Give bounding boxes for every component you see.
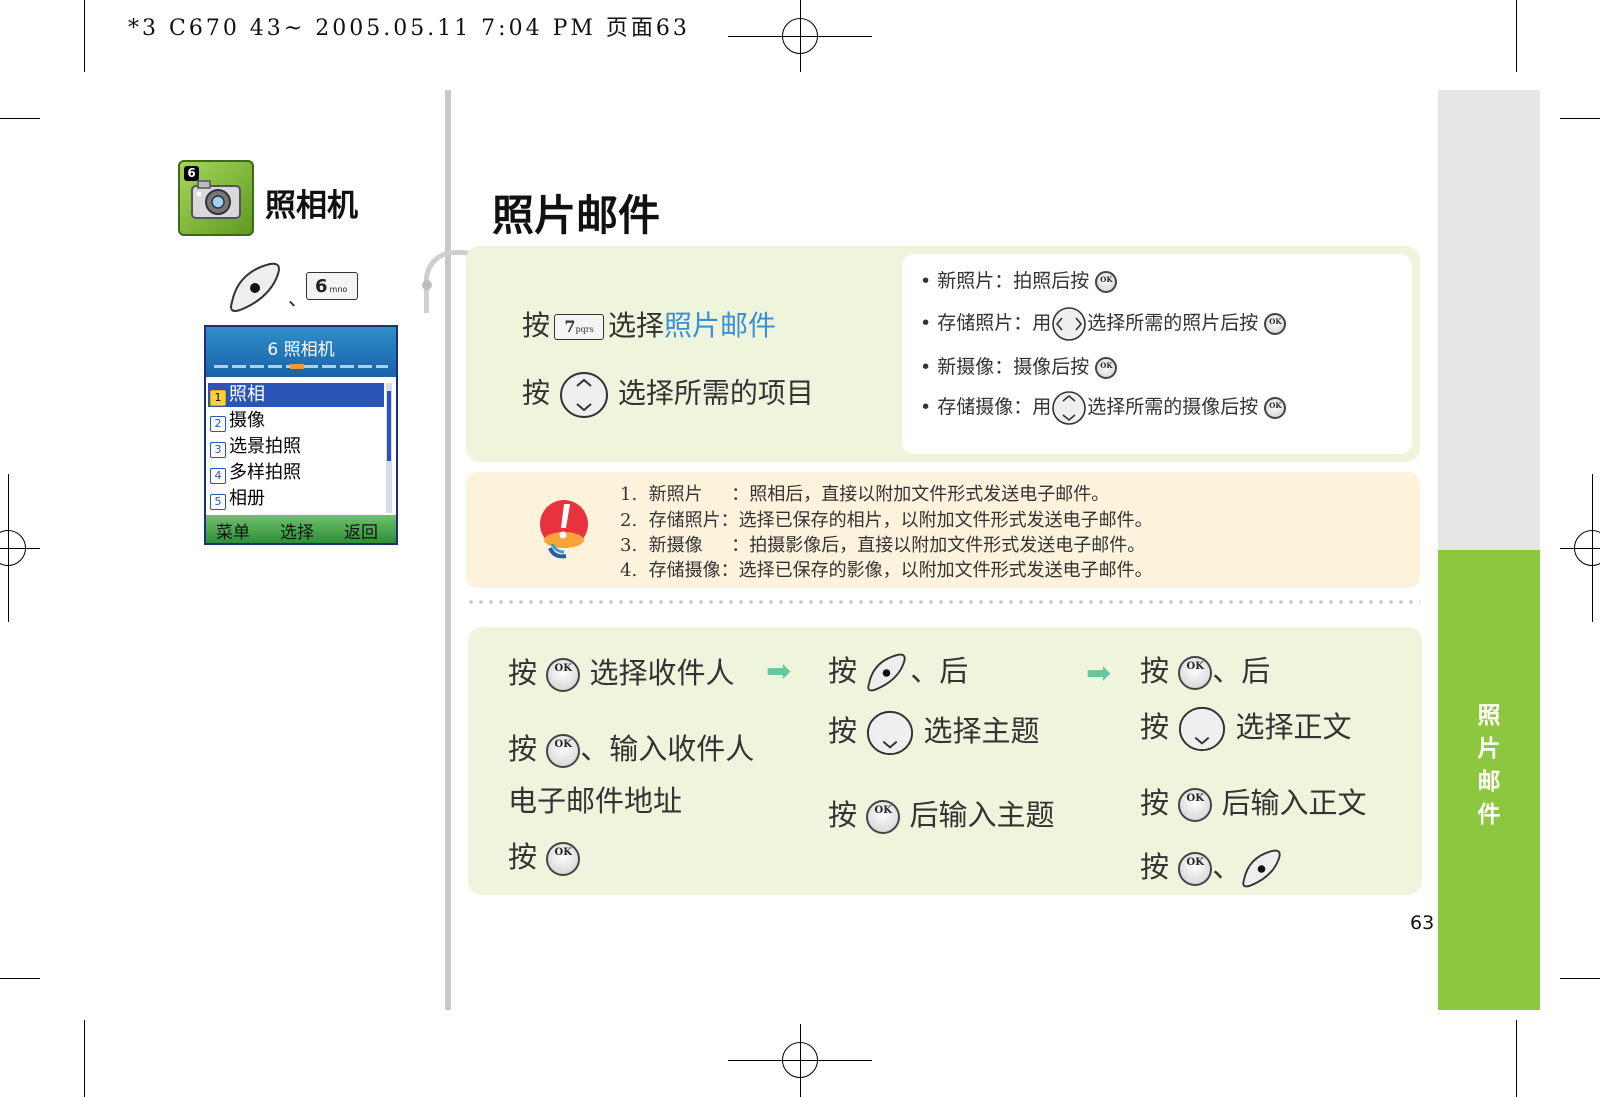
softkey-back[interactable]: 返回	[344, 518, 378, 543]
ok-key-icon: OK	[546, 842, 581, 876]
dotted-separator	[466, 600, 1420, 604]
arrow-right-icon: ➡	[1086, 656, 1112, 691]
ok-key-icon: OK	[1264, 313, 1287, 335]
print-header: *3 C670 43~ 2005.05.11 7:04 PM 页面63	[128, 16, 690, 41]
hook-dot-left	[422, 280, 432, 290]
col1-line4: 按 OK	[508, 834, 581, 876]
phone-menu-item[interactable]: 4 多样拍照	[208, 461, 384, 485]
ok-key-icon: OK	[546, 734, 581, 768]
col2-line2: 按 选择主题	[828, 708, 1039, 757]
phone-scroll-thumb[interactable]	[387, 391, 391, 461]
ok-key-icon: OK	[1264, 397, 1287, 419]
nav-key-icon	[1052, 307, 1087, 341]
step1-line1: 按 7pqrs 选择照片邮件	[522, 309, 777, 342]
note-line: 1. 新照片 ：照相后，直接以附加文件形式发送电子邮件。	[620, 484, 1110, 505]
camera-icon: 6	[178, 160, 254, 236]
option-new-video: • 新摄像：摄像后按 OK	[920, 352, 1118, 379]
nav-key-icon	[1179, 706, 1226, 752]
note-line: 3. 新摄像 ：拍摄影像后，直接以附加文件形式发送电子邮件。	[620, 535, 1146, 556]
note-line: 2. 存储照片：选择已保存的相片，以附加文件形式发送电子邮件。	[620, 510, 1153, 531]
step1-line2: 按 选择所需的项目	[522, 370, 814, 420]
softkey-menu[interactable]: 菜单	[216, 518, 250, 543]
arrow-right-icon: ➡	[766, 654, 792, 689]
key-6-icon: 6 mno	[306, 272, 358, 300]
side-tab-grey	[1438, 90, 1540, 550]
phone-softkey-bar: 菜单 选择 返回	[206, 515, 396, 543]
phone-header: 6 照相机	[206, 327, 396, 377]
col1-line2: 按 OK 、输入收件人	[508, 732, 755, 768]
softkey-icon	[228, 262, 286, 318]
option-saved-photo: • 存储照片：用 选择所需的照片后按 OK	[920, 306, 1287, 342]
nav-key-icon	[1052, 391, 1087, 425]
note-line: 4. 存储摄像：选择已保存的影像，以附加文件形式发送电子邮件。	[620, 560, 1153, 581]
warning-icon	[540, 500, 588, 559]
softkey-icon	[867, 653, 906, 692]
ok-key-icon: OK	[546, 658, 581, 692]
ok-key-icon: OK	[1178, 788, 1213, 822]
ok-key-icon: OK	[866, 800, 901, 834]
phone-menu-item[interactable]: 2 摄像	[208, 409, 384, 433]
page-title: 照片邮件	[492, 191, 661, 240]
nav-key-icon	[559, 372, 608, 418]
softkey-select[interactable]: 选择	[280, 518, 314, 543]
phone-menu-item[interactable]: 3 选景拍照	[208, 435, 384, 459]
menu-highlight: 照片邮件	[664, 309, 777, 342]
col3-line3: 按 OK 后输入正文	[1140, 786, 1367, 822]
section-title: 照相机	[265, 188, 358, 224]
option-saved-video: • 存储摄像：用 选择所需的摄像后按 OK	[920, 390, 1287, 426]
col1-line3: 电子邮件地址	[508, 784, 683, 818]
col1-line1: 按 OK 选择收件人	[508, 656, 735, 692]
col3-line1: 按 OK 、后	[1140, 654, 1271, 690]
column-divider	[445, 90, 451, 1010]
nav-key-icon	[867, 710, 914, 756]
option-new-photo: • 新照片：拍照后按 OK	[920, 266, 1118, 293]
page-number: 63	[1410, 912, 1435, 934]
phone-tab-active	[290, 364, 304, 369]
key-7-icon: 7pqrs	[554, 314, 605, 340]
phone-screen: 6 照相机 1 照相 2 摄像 3 选景拍照 4 多样拍照 5 相册 菜单 选择 返回	[204, 325, 398, 545]
ok-key-icon: OK	[1095, 357, 1118, 379]
softkey-icon	[1242, 849, 1281, 888]
col2-line1: 按 、后	[828, 648, 968, 693]
phone-title: 6 照相机	[267, 340, 335, 360]
col3-line4: 按 OK、	[1140, 844, 1285, 889]
ok-key-icon: OK	[1178, 656, 1213, 690]
phone-menu-item[interactable]: 5 相册	[208, 487, 384, 511]
side-tab-label: 照 片 邮 件	[1477, 703, 1501, 828]
ok-key-icon: OK	[1178, 852, 1213, 886]
shortcut-separator: 、	[288, 286, 308, 310]
ok-key-icon: OK	[1095, 271, 1118, 293]
col3-line2: 按 选择正文	[1140, 704, 1351, 753]
col2-line3: 按 OK 后输入主题	[828, 798, 1055, 834]
phone-menu-item[interactable]: 1 照相	[208, 383, 384, 407]
